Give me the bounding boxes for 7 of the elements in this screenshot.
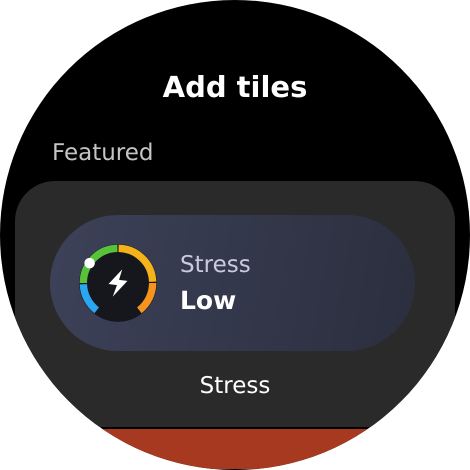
tile-value: Low [180, 286, 236, 314]
tile-caption: Stress [200, 373, 270, 399]
section-label: Featured [52, 140, 154, 166]
stress-gauge-icon [76, 241, 160, 325]
screen-title: Add tiles [162, 70, 308, 104]
tile-card[interactable]: Stress Low Stress [15, 181, 455, 427]
tile-label: Stress [180, 252, 251, 278]
